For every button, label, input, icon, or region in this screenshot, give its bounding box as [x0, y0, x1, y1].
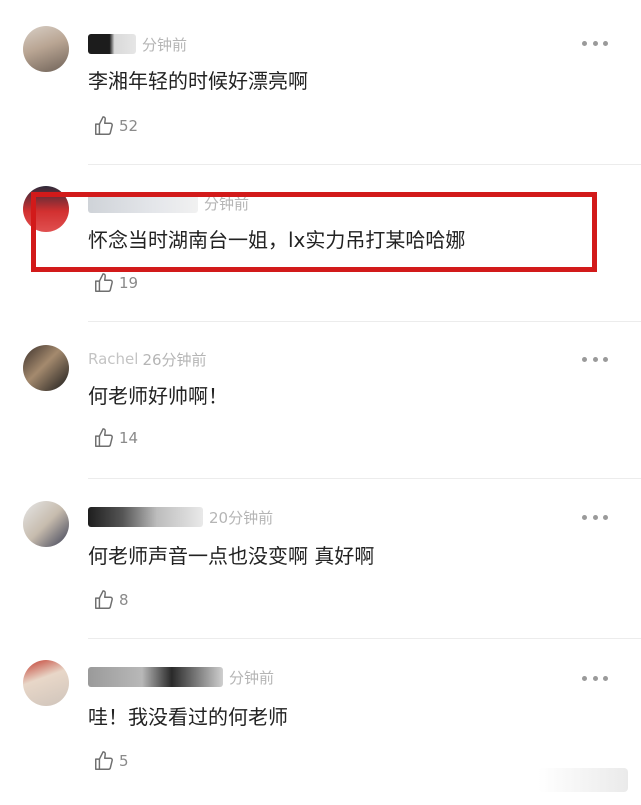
comment-text: 何老师好帅啊！	[88, 384, 228, 408]
comment-time: 20分钟前	[209, 508, 274, 527]
thumb-up-icon	[95, 116, 113, 135]
comment-meta: 分钟前	[88, 32, 187, 56]
avatar[interactable]	[23, 660, 69, 706]
comment-text: 李湘年轻的时候好漂亮啊	[88, 69, 308, 93]
more-options-button[interactable]	[582, 354, 608, 364]
avatar[interactable]	[23, 26, 69, 72]
comment-time: 分钟前	[229, 668, 275, 687]
divider	[88, 321, 641, 322]
avatar[interactable]	[23, 501, 69, 547]
comment-meta: 分钟前	[88, 665, 274, 689]
thumb-up-icon	[95, 273, 113, 292]
like-count: 19	[119, 274, 139, 292]
like-count: 5	[119, 752, 129, 770]
divider	[88, 478, 641, 479]
comment-time: 26分钟前	[142, 350, 207, 369]
watermark	[538, 768, 628, 792]
username-blurred[interactable]	[88, 667, 223, 687]
more-options-button[interactable]	[582, 512, 608, 522]
divider	[88, 164, 641, 165]
username[interactable]: Rachel	[88, 350, 138, 368]
like-button[interactable]: 52	[93, 114, 138, 138]
like-button[interactable]: 8	[93, 588, 129, 612]
like-button[interactable]: 5	[93, 749, 129, 773]
like-count: 8	[119, 591, 129, 609]
divider	[88, 638, 641, 639]
like-count: 14	[119, 429, 139, 447]
comment-meta: 20分钟前	[88, 505, 273, 529]
avatar[interactable]	[23, 345, 69, 391]
comment-text: 何老师声音一点也没变啊 真好啊	[88, 544, 375, 568]
like-button[interactable]: 19	[93, 271, 138, 295]
highlight-box	[31, 192, 597, 272]
like-count: 52	[119, 117, 139, 135]
thumb-up-icon	[95, 590, 113, 609]
comment-time: 分钟前	[142, 35, 188, 54]
comment-text: 哇！我没看过的何老师	[88, 705, 288, 729]
username-blurred[interactable]	[88, 507, 203, 527]
thumb-up-icon	[95, 751, 113, 770]
more-options-button[interactable]	[582, 673, 608, 683]
more-options-button[interactable]	[582, 38, 608, 48]
comment-meta: Rachel 26分钟前	[88, 347, 207, 371]
username-blurred[interactable]	[88, 34, 136, 54]
like-button[interactable]: 14	[93, 426, 138, 450]
thumb-up-icon	[95, 428, 113, 447]
